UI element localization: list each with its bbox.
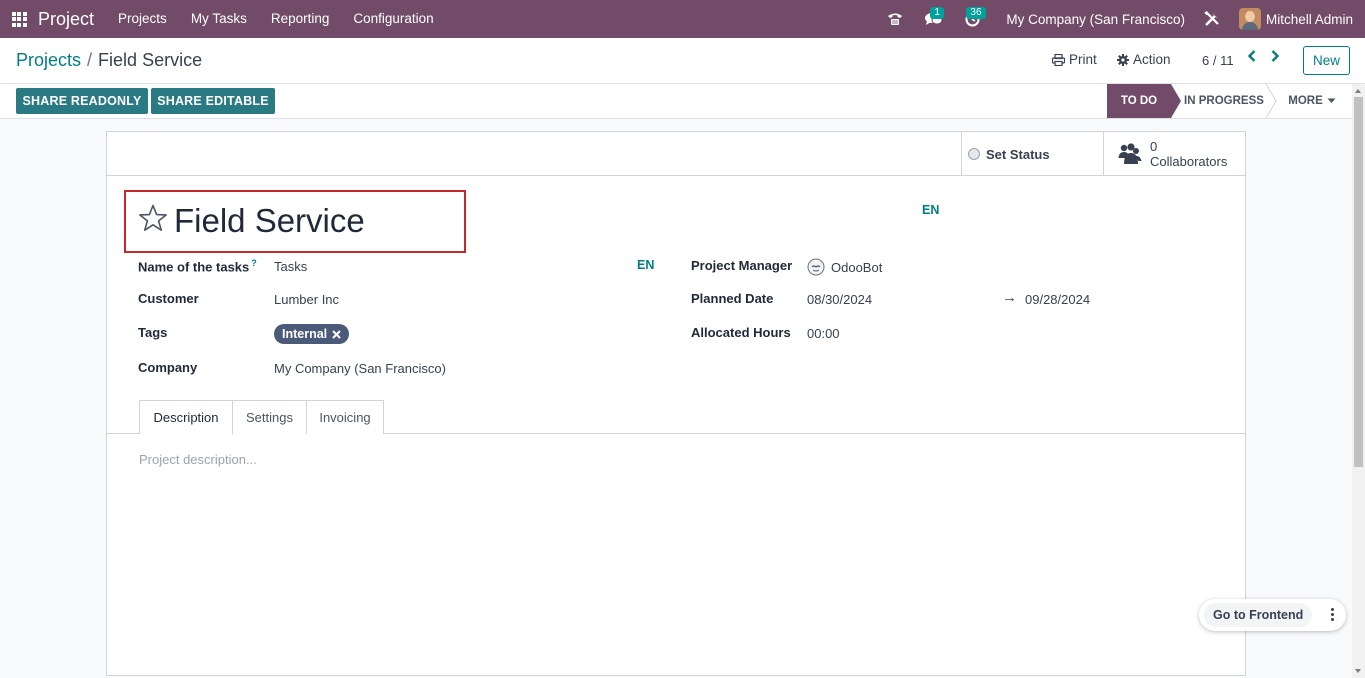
- tasks-name-label: Name of the tasks?: [138, 258, 257, 274]
- share-editable-button[interactable]: SHARE EDITABLE: [151, 88, 275, 114]
- go-to-frontend-button[interactable]: Go to Frontend: [1204, 603, 1313, 627]
- collaborators-count: 0: [1150, 139, 1158, 154]
- top-navbar: Project Projects My Tasks Reporting Conf…: [0, 0, 1365, 38]
- stage-more-label: MORE: [1288, 95, 1323, 107]
- allocated-hours-field[interactable]: 00:00: [807, 326, 840, 341]
- tasks-name-label-text: Name of the tasks: [138, 259, 250, 275]
- company-field[interactable]: My Company (San Francisco): [274, 361, 446, 376]
- allocated-hours-label: Allocated Hours: [691, 325, 791, 340]
- phone-icon[interactable]: [880, 0, 910, 38]
- button-box: Set Status 0 Collaborators: [107, 132, 1245, 176]
- tag-remove-icon[interactable]: [332, 329, 341, 339]
- share-readonly-button[interactable]: SHARE READONLY: [16, 88, 148, 114]
- project-title: Field Service: [174, 202, 365, 239]
- menu-my-tasks[interactable]: My Tasks: [179, 0, 259, 38]
- page-scrollbar[interactable]: [1352, 84, 1365, 678]
- project-manager-label: Project Manager: [691, 258, 793, 273]
- planned-date-end-field[interactable]: 09/28/2024: [1025, 292, 1090, 307]
- set-status-label: Set Status: [986, 146, 1050, 162]
- breadcrumb-separator: /: [87, 50, 93, 70]
- stage-todo[interactable]: TO DO: [1107, 84, 1171, 118]
- pager-previous-icon[interactable]: [1247, 49, 1257, 68]
- planned-date-start-field[interactable]: 08/30/2024: [807, 292, 872, 307]
- app-name[interactable]: Project: [38, 9, 94, 30]
- scroll-down-icon[interactable]: [1355, 669, 1361, 673]
- print-label: Print: [1069, 52, 1097, 67]
- pager-next-icon[interactable]: [1270, 49, 1280, 68]
- activity-clock-icon[interactable]: 36: [952, 0, 992, 38]
- date-range-arrow-icon: →: [1002, 289, 1017, 306]
- menu-projects[interactable]: Projects: [106, 0, 179, 38]
- tab-invoicing[interactable]: Invoicing: [306, 400, 384, 434]
- scroll-up-icon[interactable]: [1355, 89, 1361, 93]
- planned-date-label: Planned Date: [691, 291, 774, 306]
- customer-label: Customer: [138, 291, 199, 306]
- apps-menu-icon[interactable]: [0, 0, 38, 38]
- caret-down-icon: [1327, 98, 1336, 103]
- description-editor[interactable]: Project description...: [139, 452, 257, 467]
- print-icon: [1052, 53, 1065, 66]
- favorite-star-icon[interactable]: [138, 204, 168, 232]
- gear-icon: [1117, 53, 1129, 66]
- kebab-menu-icon[interactable]: [1331, 608, 1334, 621]
- stage-in-progress[interactable]: IN PROGRESS: [1180, 84, 1268, 118]
- breadcrumb: Projects / Field Service: [16, 50, 202, 71]
- print-button[interactable]: Print: [1052, 52, 1097, 67]
- menu-reporting[interactable]: Reporting: [259, 0, 342, 38]
- stage-arrow: [1266, 84, 1277, 118]
- activity-badge: 36: [966, 7, 986, 19]
- user-menu[interactable]: Mitchell Admin: [1266, 12, 1353, 27]
- project-title-field[interactable]: Field Service: [124, 190, 466, 253]
- chat-icon[interactable]: 1: [916, 0, 952, 38]
- menu-configuration[interactable]: Configuration: [341, 0, 445, 38]
- customer-field[interactable]: Lumber Inc: [274, 292, 339, 307]
- control-panel: Projects / Field Service Print Action 6 / …: [0, 38, 1365, 84]
- status-circle-icon: [968, 148, 980, 160]
- tasks-name-field[interactable]: Tasks: [274, 259, 307, 274]
- collaborators-button[interactable]: 0 Collaborators: [1103, 132, 1245, 176]
- set-status-button[interactable]: Set Status: [961, 132, 1103, 176]
- tags-label: Tags: [138, 325, 168, 340]
- stage-more-dropdown[interactable]: MORE: [1280, 84, 1344, 118]
- project-manager-field[interactable]: OdooBot: [807, 258, 882, 276]
- breadcrumb-current: Field Service: [98, 50, 203, 70]
- tasks-language-button[interactable]: EN: [637, 258, 654, 272]
- frontend-pill: Go to Frontend: [1199, 599, 1346, 631]
- tab-description[interactable]: Description: [139, 400, 233, 435]
- tab-settings[interactable]: Settings: [233, 400, 307, 434]
- form-sheet: Set Status 0 Collaborators Field Service…: [106, 131, 1246, 676]
- tag-label: Internal: [282, 327, 328, 341]
- help-tooltip-icon[interactable]: ?: [251, 258, 257, 268]
- form-statusbar: SHARE READONLY SHARE EDITABLE TO DO IN P…: [0, 84, 1352, 119]
- tag-internal[interactable]: Internal: [274, 324, 350, 344]
- title-language-button[interactable]: EN: [922, 203, 939, 217]
- chat-badge: 1: [930, 7, 944, 19]
- users-icon: [1118, 143, 1142, 164]
- debug-tools-icon[interactable]: [1199, 0, 1225, 38]
- notebook-tabs: Description Settings Invoicing: [107, 400, 1245, 435]
- new-button[interactable]: New: [1303, 46, 1350, 75]
- company-switcher[interactable]: My Company (San Francisco): [1006, 12, 1185, 27]
- breadcrumb-projects[interactable]: Projects: [16, 50, 81, 70]
- collaborators-label: Collaborators: [1150, 154, 1228, 169]
- action-label: Action: [1133, 52, 1171, 67]
- scroll-thumb[interactable]: [1354, 97, 1363, 467]
- action-button[interactable]: Action: [1117, 52, 1171, 67]
- project-manager-value: OdooBot: [831, 259, 883, 275]
- company-label: Company: [138, 360, 198, 375]
- user-avatar[interactable]: [1238, 8, 1261, 30]
- odoobot-avatar-icon: [807, 258, 825, 276]
- pager-value[interactable]: 6 / 11: [1202, 53, 1234, 68]
